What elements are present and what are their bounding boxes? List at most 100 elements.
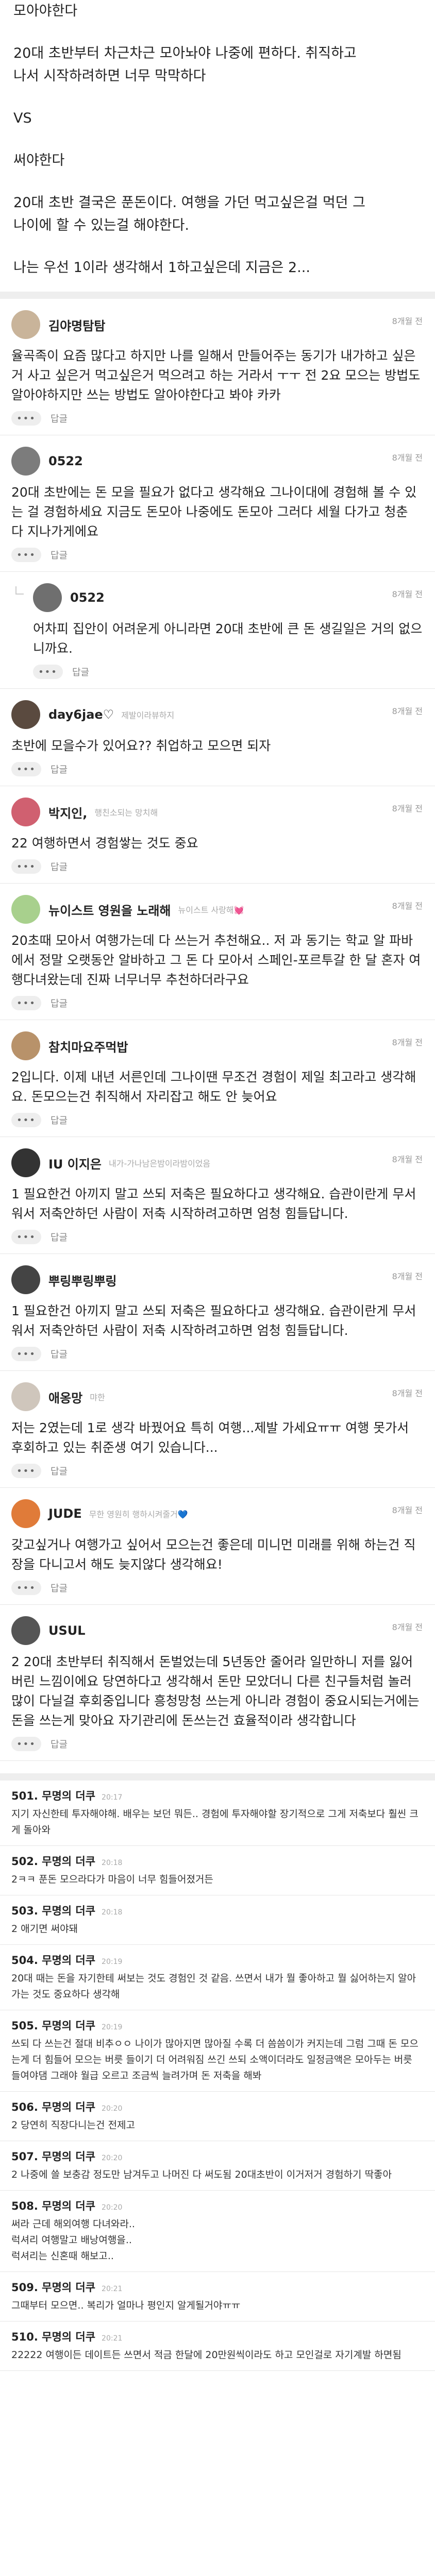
comment-text: 2입니다. 이제 내년 서른인데 그나이땐 무조건 경험이 제일 최고라고 생각… bbox=[11, 1070, 416, 1104]
comment-text: 초반에 모을수가 있어요?? 취업하고 모으면 되자 bbox=[11, 738, 271, 753]
reply-button[interactable]: 답글 bbox=[72, 665, 89, 679]
more-button[interactable]: ••• bbox=[11, 859, 41, 874]
avatar[interactable] bbox=[33, 583, 62, 612]
more-button[interactable]: ••• bbox=[11, 1581, 41, 1595]
comment-actions: ••• 답글 bbox=[11, 1581, 424, 1595]
reply-button[interactable]: 답글 bbox=[51, 860, 68, 873]
comment-list: 김야명탐탐 8개월 전 율곡족이 요즘 많다고 하지만 나를 일해서 만들어주는 동… bbox=[0, 299, 435, 1761]
comment-author[interactable]: 참치마요주먹밥 bbox=[48, 1037, 128, 1055]
comment-text: 20대 초반에는 돈 모을 필요가 없다고 생각해요 그나이대에 경험해 볼 수… bbox=[11, 485, 417, 539]
more-button[interactable]: ••• bbox=[33, 665, 63, 679]
board-comment-header: 502. 무명의 더쿠 20:18 bbox=[11, 1853, 424, 1869]
reply-button[interactable]: 답글 bbox=[51, 1581, 68, 1595]
board-comment-header: 501. 무명의 더쿠 20:17 bbox=[11, 1788, 424, 1803]
comment-time: 8개월 전 bbox=[392, 453, 423, 463]
avatar[interactable] bbox=[11, 798, 40, 826]
more-button[interactable]: ••• bbox=[11, 1464, 41, 1478]
more-button[interactable]: ••• bbox=[11, 762, 41, 776]
board-comment-time: 20:18 bbox=[102, 1859, 123, 1867]
post-line: 20대 초반부터 차근차근 모아놔야 나중에 편하다. 취직하고 bbox=[13, 45, 357, 61]
avatar[interactable] bbox=[11, 700, 40, 729]
comment-author[interactable]: 0522 bbox=[48, 454, 83, 468]
comment-actions: ••• 답글 bbox=[11, 762, 424, 776]
board-comment-text: 22222 여행이든 데이트든 쓰면서 적금 한달에 20만원씩이라도 하고 모… bbox=[11, 2349, 401, 2361]
comment-item: 박지인, 행친소되는 망치해 8개월 전 22 여행하면서 경험쌓는 것도 중요 •••… bbox=[0, 786, 435, 884]
comment-time: 8개월 전 bbox=[392, 589, 423, 599]
avatar[interactable] bbox=[11, 1031, 40, 1060]
comment-author[interactable]: 김야명탐탐 bbox=[48, 316, 105, 334]
reply-arrow-icon bbox=[15, 586, 24, 595]
board-comment-header: 509. 무명의 더쿠 20:21 bbox=[11, 2279, 424, 2295]
board-comment-author[interactable]: 502. 무명의 더쿠 bbox=[11, 1853, 95, 1869]
board-comment-author[interactable]: 506. 무명의 더쿠 bbox=[11, 2099, 95, 2114]
comment-text: 어차피 집안이 어려운게 아니라면 20대 초반에 큰 돈 생길일은 거의 없으… bbox=[33, 621, 423, 656]
more-button[interactable]: ••• bbox=[11, 996, 41, 1010]
comment-text: 저는 2였는데 1로 생각 바꿨어요 특히 여행...제발 가세요ㅠㅠ 여행 못… bbox=[11, 1420, 409, 1455]
comment-author[interactable]: JUDE bbox=[48, 1506, 82, 1521]
avatar[interactable] bbox=[11, 1499, 40, 1528]
board-comment-header: 506. 무명의 더쿠 20:20 bbox=[11, 2099, 424, 2114]
reply-button[interactable]: 답글 bbox=[51, 1230, 68, 1244]
comment-actions: ••• 답글 bbox=[11, 548, 424, 562]
board-comment-text: 쓰되 다 쓰는건 절대 비추ㅇㅇ 나이가 많아지면 많아질 수록 더 씀씀이가 … bbox=[11, 2038, 419, 2081]
reply-button[interactable]: 답글 bbox=[51, 1464, 68, 1478]
avatar[interactable] bbox=[11, 1148, 40, 1177]
board-comment: 506. 무명의 더쿠 20:20 2 당연히 직장다니는건 전제고 bbox=[0, 2092, 435, 2141]
board-comment-author[interactable]: 510. 무명의 더쿠 bbox=[11, 2329, 95, 2344]
reply-button[interactable]: 답글 bbox=[51, 548, 68, 562]
comment-author[interactable]: 뉴이스트 영원을 노래해 bbox=[48, 901, 171, 919]
comment-header: 애옹망 먀한 bbox=[11, 1382, 424, 1411]
comment-time: 8개월 전 bbox=[392, 1155, 423, 1164]
reply-button[interactable]: 답글 bbox=[51, 412, 68, 425]
board-comment-author[interactable]: 503. 무명의 더쿠 bbox=[11, 1903, 95, 1918]
comment-author[interactable]: IU 이지은 bbox=[48, 1154, 102, 1172]
comment-author-sub: 제발이라뷰하지 bbox=[121, 710, 175, 720]
reply-button[interactable]: 답글 bbox=[51, 1347, 68, 1361]
board-comment: 507. 무명의 더쿠 20:20 2 나중에 쓸 보충감 정도만 남겨두고 나머진… bbox=[0, 2141, 435, 2191]
comment-author[interactable]: USUL bbox=[48, 1623, 86, 1638]
avatar[interactable] bbox=[11, 1265, 40, 1294]
reply-button[interactable]: 답글 bbox=[51, 1737, 68, 1751]
board-comment-author[interactable]: 508. 무명의 더쿠 bbox=[11, 2198, 95, 2213]
board-comment-author[interactable]: 501. 무명의 더쿠 bbox=[11, 1788, 95, 1803]
comment-author[interactable]: 0522 bbox=[70, 590, 105, 605]
reply-button[interactable]: 답글 bbox=[51, 996, 68, 1010]
reply-button[interactable]: 답글 bbox=[51, 762, 68, 776]
board-comment-header: 507. 무명의 더쿠 20:20 bbox=[11, 2148, 424, 2164]
avatar[interactable] bbox=[11, 1382, 40, 1411]
board-comment-header: 510. 무명의 더쿠 20:21 bbox=[11, 2329, 424, 2344]
comment-author[interactable]: day6jae♡ bbox=[48, 707, 114, 722]
board-comment-author[interactable]: 507. 무명의 더쿠 bbox=[11, 2148, 95, 2164]
avatar[interactable] bbox=[11, 447, 40, 476]
board-comment-text: 20대 때는 돈을 자기한테 써보는 것도 경험인 것 같음. 쓰면서 내가 뭘… bbox=[11, 1973, 416, 2000]
more-button[interactable]: ••• bbox=[11, 1737, 41, 1751]
comment-author[interactable]: 뿌링뿌링뿌링 bbox=[48, 1271, 116, 1289]
board-comment-text: 지기 자신한테 투자해야해. 배우는 보던 뭐든.. 경험에 투자해야할 장기적… bbox=[11, 1808, 419, 1836]
more-button[interactable]: ••• bbox=[11, 1230, 41, 1244]
comment-author[interactable]: 애옹망 bbox=[48, 1388, 82, 1406]
board-comment-text: 2 나중에 쓸 보충감 정도만 남겨두고 나머진 다 써도됨 20대초반이 이거… bbox=[11, 2169, 392, 2180]
avatar[interactable] bbox=[11, 310, 40, 339]
section-divider bbox=[0, 1773, 435, 1781]
comment-header: 김야명탐탐 bbox=[11, 310, 424, 339]
avatar[interactable] bbox=[11, 1616, 40, 1645]
avatar[interactable] bbox=[11, 895, 40, 924]
more-button[interactable]: ••• bbox=[11, 1113, 41, 1127]
comment-author[interactable]: 박지인, bbox=[48, 803, 87, 821]
post-line: 나서 시작하려하면 너무 막막하다 bbox=[13, 68, 206, 84]
section-divider bbox=[0, 292, 435, 299]
more-button[interactable]: ••• bbox=[11, 1347, 41, 1361]
board-comment-author[interactable]: 504. 무명의 더쿠 bbox=[11, 1952, 95, 1968]
board-comment-header: 504. 무명의 더쿠 20:19 bbox=[11, 1952, 424, 1968]
comment-header: 뉴이스트 영원을 노래해 뉴이스트 사랑해💓 bbox=[11, 895, 424, 924]
board-comment-author[interactable]: 509. 무명의 더쿠 bbox=[11, 2279, 95, 2295]
comment-header: 뿌링뿌링뿌링 bbox=[11, 1265, 424, 1294]
board-comment-header: 508. 무명의 더쿠 20:20 bbox=[11, 2198, 424, 2213]
more-button[interactable]: ••• bbox=[11, 411, 41, 426]
board-comment-author[interactable]: 505. 무명의 더쿠 bbox=[11, 2018, 95, 2033]
reply-button[interactable]: 답글 bbox=[51, 1113, 68, 1127]
comment-header: JUDE 무한 영원히 행하시켜줄거💙 bbox=[11, 1499, 424, 1528]
more-button[interactable]: ••• bbox=[11, 548, 41, 562]
comment-item: 뿌링뿌링뿌링 8개월 전 1 필요한건 아끼지 말고 쓰되 저축은 필요하다고 생각… bbox=[0, 1254, 435, 1371]
board-comment: 503. 무명의 더쿠 20:18 2 애기면 써야돼 bbox=[0, 1895, 435, 1945]
